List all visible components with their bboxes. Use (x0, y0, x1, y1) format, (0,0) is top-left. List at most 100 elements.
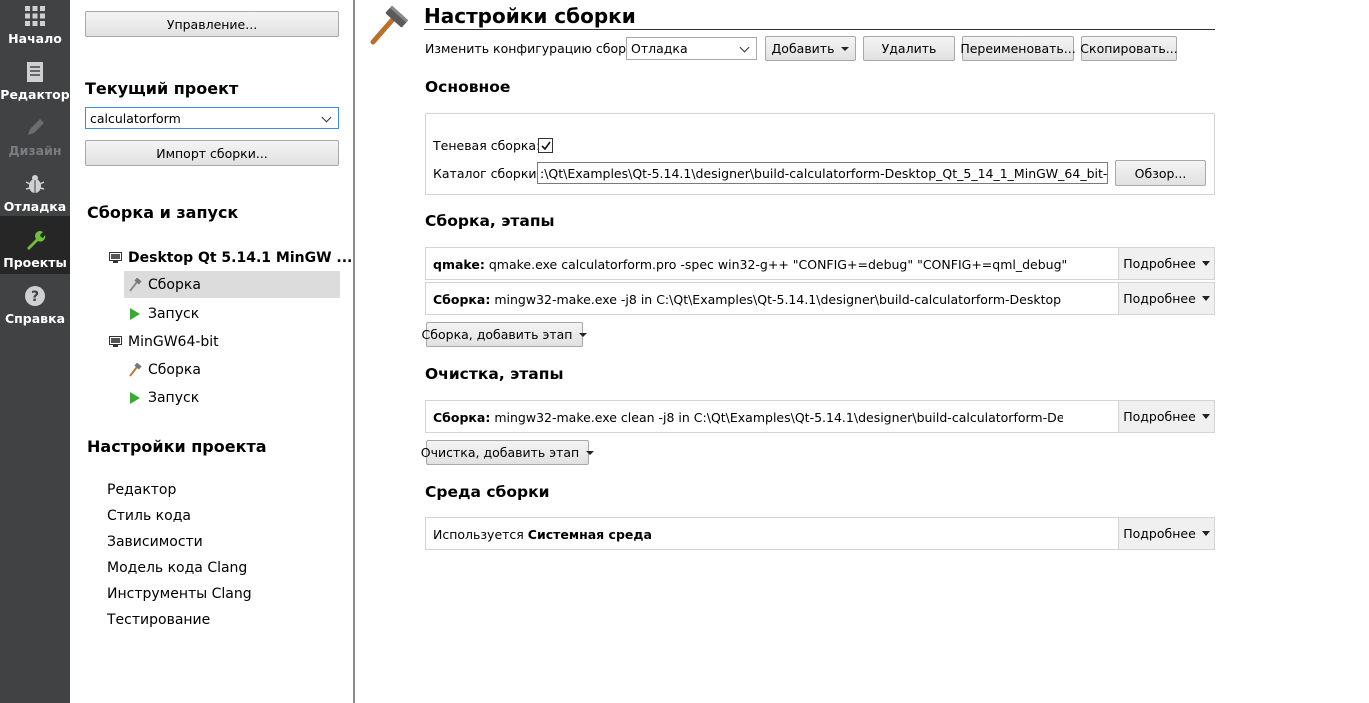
svg-text:?: ? (31, 289, 39, 305)
mode-label: Отладка (3, 199, 67, 214)
import-build-button[interactable]: Импорт сборки... (85, 140, 339, 166)
kit-1-build-item[interactable]: Сборка (124, 271, 340, 298)
build-config-combo[interactable]: Отладка (626, 37, 757, 60)
project-settings-title: Настройки проекта (87, 437, 267, 456)
step-name: Сборка: (433, 410, 491, 425)
settings-link-code-style[interactable]: Стиль кода (107, 508, 191, 524)
add-config-label: Добавить (771, 41, 835, 56)
chevron-down-icon (321, 112, 332, 123)
add-build-step-button[interactable]: Сборка, добавить этап (422, 322, 588, 347)
dropdown-arrow-icon (1201, 531, 1210, 536)
build-run-title: Сборка и запуск (87, 203, 239, 222)
build-label: Сборка (148, 362, 201, 378)
page-title: Настройки сборки (424, 4, 636, 28)
step-summary: Сборка: mingw32-make.exe clean -j8 in C:… (433, 410, 1063, 425)
grid-icon (23, 4, 47, 28)
shadow-build-label: Теневая сборка: (433, 138, 541, 153)
settings-link-clang-code-model[interactable]: Модель кода Clang (107, 560, 247, 576)
shadow-build-checkbox[interactable] (538, 138, 553, 153)
step-summary: Сборка: mingw32-make.exe -j8 in C:\Qt\Ex… (433, 292, 1113, 307)
browse-button[interactable]: Обзор... (1115, 160, 1206, 186)
details-button[interactable]: Подробнее (1118, 283, 1214, 314)
build-env-panel: Используется Системная среда Подробнее (425, 517, 1215, 550)
step-name: qmake: (433, 257, 485, 272)
run-label: Запуск (148, 390, 200, 406)
step-summary: qmake: qmake.exe calculatorform.pro -spe… (433, 257, 1113, 272)
settings-link-editor[interactable]: Редактор (107, 482, 176, 498)
monitor-icon (108, 335, 122, 349)
manage-button[interactable]: Управление... (85, 11, 339, 37)
mode-bar: Начало Редактор Дизайн Отладка Проекты ?… (0, 0, 70, 703)
details-button[interactable]: Подробнее (1118, 518, 1214, 549)
env-value: Системная среда (527, 527, 652, 542)
build-dir-field[interactable]: :\Qt\Examples\Qt-5.14.1\designer\build-c… (537, 162, 1108, 184)
build-dir-value: :\Qt\Examples\Qt-5.14.1\designer\build-c… (540, 165, 1108, 181)
config-label: Изменить конфигурацию сборки: (425, 41, 646, 56)
hammer-icon (368, 4, 410, 46)
kit-mingw64[interactable]: MinGW64-bit (108, 331, 219, 353)
details-button[interactable]: Подробнее (1118, 248, 1214, 279)
mode-label: Начало (8, 31, 62, 46)
clean-step-make: Сборка: mingw32-make.exe clean -j8 in C:… (425, 400, 1215, 433)
details-button[interactable]: Подробнее (1118, 401, 1214, 432)
mode-design[interactable]: Дизайн (0, 112, 70, 168)
mode-label: Справка (4, 311, 66, 326)
hammer-icon (128, 363, 142, 377)
step-command: mingw32-make.exe -j8 in C:\Qt\Examples\Q… (490, 292, 1062, 307)
project-panel: Управление... Текущий проект calculatorf… (70, 0, 354, 703)
dropdown-arrow-icon (1201, 296, 1210, 301)
run-icon (128, 307, 142, 321)
details-label: Подробнее (1123, 526, 1196, 541)
dropdown-arrow-icon (586, 450, 595, 455)
kit-2-run-item[interactable]: Запуск (128, 387, 199, 409)
add-build-step-label: Сборка, добавить этап (421, 327, 573, 342)
kit-2-build-item[interactable]: Сборка (128, 359, 201, 381)
env-prefix: Используется (433, 527, 528, 542)
kit-name: MinGW64-bit (128, 334, 219, 350)
add-clean-step-label: Очистка, добавить этап (420, 445, 580, 460)
details-label: Подробнее (1123, 409, 1196, 424)
pencil-icon (23, 116, 47, 140)
rename-config-button[interactable]: Переименовать... (960, 36, 1076, 61)
project-combo-value: calculatorform (90, 110, 181, 126)
mode-label: Дизайн (8, 143, 62, 158)
question-icon: ? (23, 284, 47, 308)
splitter[interactable] (353, 0, 355, 703)
dropdown-arrow-icon (1201, 414, 1210, 419)
chevron-down-icon (739, 42, 750, 53)
build-label: Сборка (148, 276, 201, 293)
mode-welcome[interactable]: Начало (0, 0, 70, 56)
dropdown-arrow-icon (841, 46, 850, 51)
build-config-value: Отладка (631, 41, 688, 56)
hammer-icon (128, 277, 142, 292)
details-label: Подробнее (1123, 291, 1196, 306)
copy-config-button[interactable]: Скопировать... (1080, 36, 1178, 61)
mode-editor[interactable]: Редактор (0, 56, 70, 112)
title-divider (424, 29, 1215, 30)
add-config-button[interactable]: Добавить (765, 36, 856, 61)
mode-label: Редактор (0, 87, 70, 102)
checkmark-icon (541, 141, 551, 151)
build-steps-title: Сборка, этапы (425, 212, 555, 230)
build-env-title: Среда сборки (425, 483, 550, 501)
project-combo[interactable]: calculatorform (85, 107, 339, 129)
build-dir-label: Каталог сборки: (433, 166, 541, 181)
dropdown-arrow-icon (1201, 261, 1210, 266)
kit-1-run-item[interactable]: Запуск (128, 303, 199, 325)
mode-help[interactable]: ? Справка (0, 280, 70, 336)
settings-link-clang-tools[interactable]: Инструменты Clang (107, 586, 252, 602)
step-command: qmake.exe calculatorform.pro -spec win32… (484, 257, 1068, 272)
settings-link-dependencies[interactable]: Зависимости (107, 534, 203, 550)
build-step-qmake: qmake: qmake.exe calculatorform.pro -spe… (425, 247, 1215, 280)
step-name: Сборка: (433, 292, 491, 307)
wrench-icon (23, 228, 47, 252)
add-clean-step-button[interactable]: Очистка, добавить этап (421, 440, 595, 465)
delete-config-button[interactable]: Удалить (863, 36, 955, 61)
build-step-make: Сборка: mingw32-make.exe -j8 in C:\Qt\Ex… (425, 282, 1215, 315)
kit-desktop-qt[interactable]: Desktop Qt 5.14.1 MinGW ... (108, 247, 352, 269)
settings-link-testing[interactable]: Тестирование (107, 612, 210, 628)
run-label: Запуск (148, 306, 200, 322)
mode-projects[interactable]: Проекты (0, 216, 70, 274)
run-icon (128, 391, 142, 405)
env-summary: Используется Системная среда (433, 527, 1113, 542)
